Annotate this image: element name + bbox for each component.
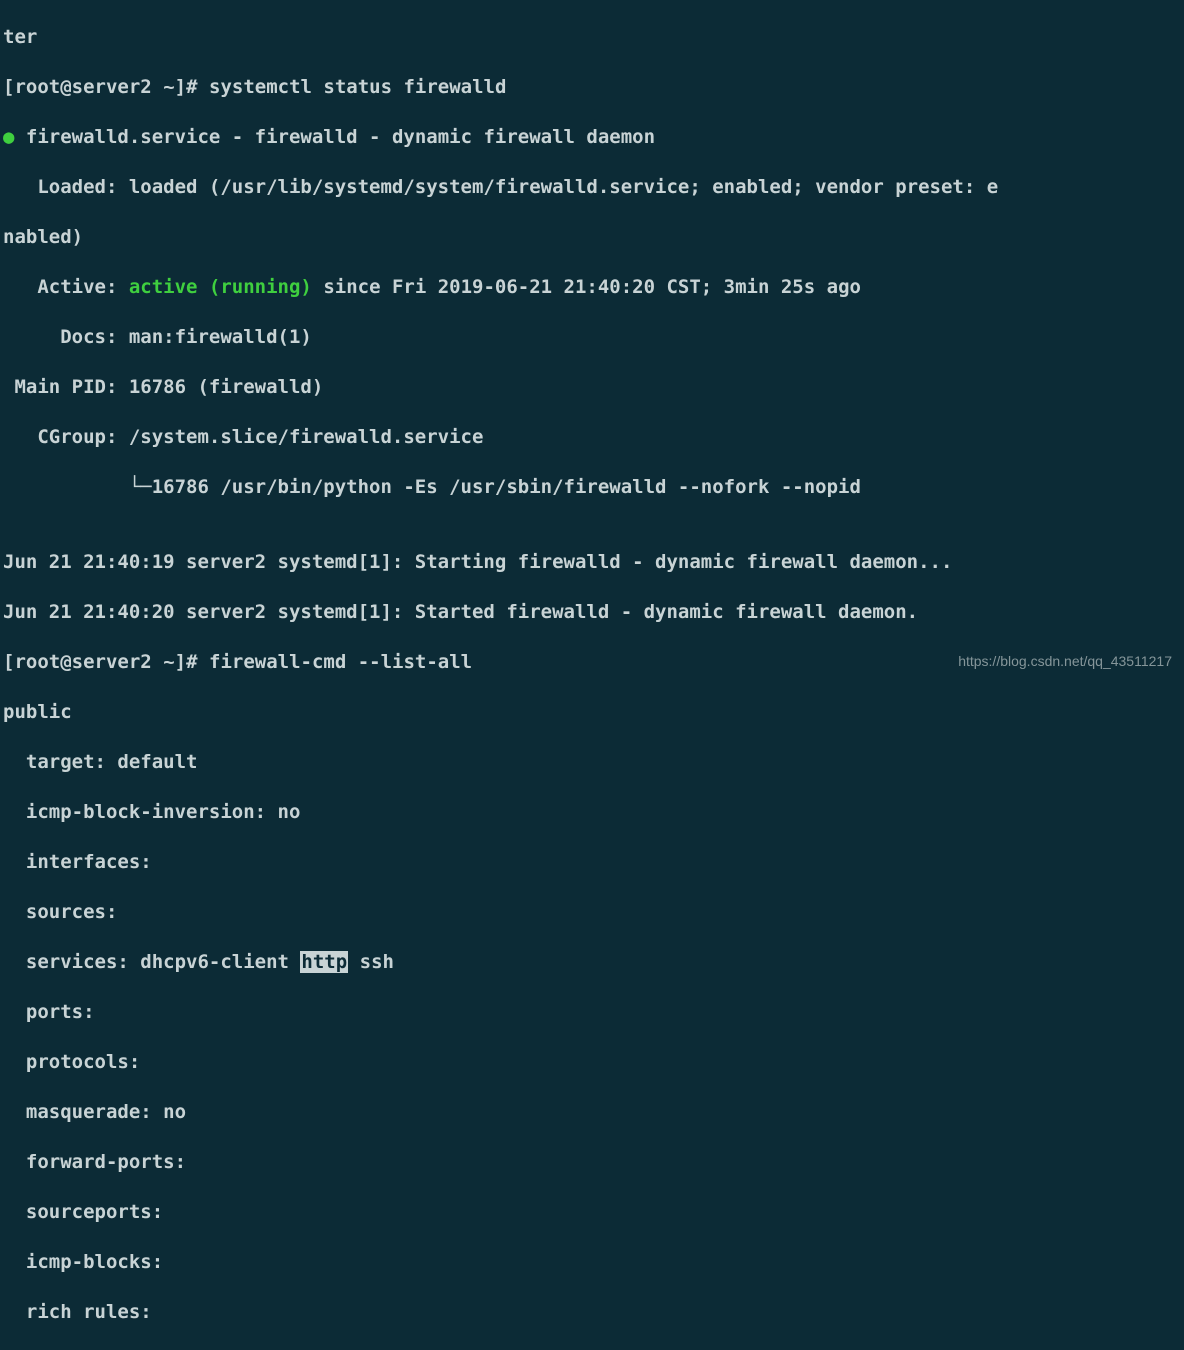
command-text: systemctl status firewalld	[198, 76, 507, 98]
protocols-line: protocols:	[3, 1050, 1184, 1075]
rich-rules-line: rich rules:	[3, 1300, 1184, 1325]
service-name: firewalld.service - firewalld - dynamic …	[14, 126, 655, 148]
prompt-space	[152, 651, 163, 673]
prompt-user: root	[14, 651, 60, 673]
prompt-at: @	[60, 651, 71, 673]
prompt-line-1: [root@server2 ~]# systemctl status firew…	[3, 75, 1184, 100]
loaded-line-wrap: nabled)	[3, 225, 1184, 250]
sourceports-line: sourceports:	[3, 1200, 1184, 1225]
active-since: since Fri 2019-06-21 21:40:20 CST; 3min …	[312, 276, 861, 298]
icmp-inversion-line: icmp-block-inversion: no	[3, 800, 1184, 825]
icmp-blocks-line: icmp-blocks:	[3, 1250, 1184, 1275]
prompt-close: ]	[175, 76, 186, 98]
watermark-text: https://blog.csdn.net/qq_43511217	[958, 649, 1172, 674]
services-post: ssh	[348, 951, 394, 973]
status-bullet-icon: ●	[3, 125, 14, 150]
prompt-hash: #	[186, 76, 197, 98]
loaded-line: Loaded: loaded (/usr/lib/systemd/system/…	[3, 175, 1184, 200]
prompt-space	[152, 76, 163, 98]
prompt-open: [	[3, 651, 14, 673]
active-label: Active:	[3, 276, 129, 298]
interfaces-line: interfaces:	[3, 850, 1184, 875]
command-text: firewall-cmd --list-all	[198, 651, 473, 673]
cgroup-tree-line: └─16786 /usr/bin/python -Es /usr/sbin/fi…	[3, 475, 1184, 500]
masquerade-line: masquerade: no	[3, 1100, 1184, 1125]
prompt-hash: #	[186, 651, 197, 673]
prompt-user: root	[14, 76, 60, 98]
ports-line: ports:	[3, 1000, 1184, 1025]
prompt-path: ~	[163, 76, 174, 98]
terminal-output[interactable]: ter [root@server2 ~]# systemctl status f…	[0, 0, 1184, 1350]
cgroup-line: CGroup: /system.slice/firewalld.service	[3, 425, 1184, 450]
log-line: Jun 21 21:40:19 server2 systemd[1]: Star…	[3, 550, 1184, 575]
forward-ports-line: forward-ports:	[3, 1150, 1184, 1175]
mainpid-line: Main PID: 16786 (firewalld)	[3, 375, 1184, 400]
log-line: Jun 21 21:40:20 server2 systemd[1]: Star…	[3, 600, 1184, 625]
prompt-host: server2	[72, 651, 152, 673]
prompt-at: @	[60, 76, 71, 98]
prompt-close: ]	[175, 651, 186, 673]
prompt-host: server2	[72, 76, 152, 98]
active-status: active (running)	[129, 276, 312, 298]
services-line: services: dhcpv6-client http ssh	[3, 950, 1184, 975]
service-header-line: ● firewalld.service - firewalld - dynami…	[3, 125, 1184, 150]
prompt-open: [	[3, 76, 14, 98]
output-line: ter	[3, 25, 1184, 50]
zone-name: public	[3, 700, 1184, 725]
highlighted-service-http: http	[300, 951, 348, 973]
services-pre: services: dhcpv6-client	[3, 951, 300, 973]
active-line: Active: active (running) since Fri 2019-…	[3, 275, 1184, 300]
target-line: target: default	[3, 750, 1184, 775]
sources-line: sources:	[3, 900, 1184, 925]
docs-line: Docs: man:firewalld(1)	[3, 325, 1184, 350]
prompt-path: ~	[163, 651, 174, 673]
